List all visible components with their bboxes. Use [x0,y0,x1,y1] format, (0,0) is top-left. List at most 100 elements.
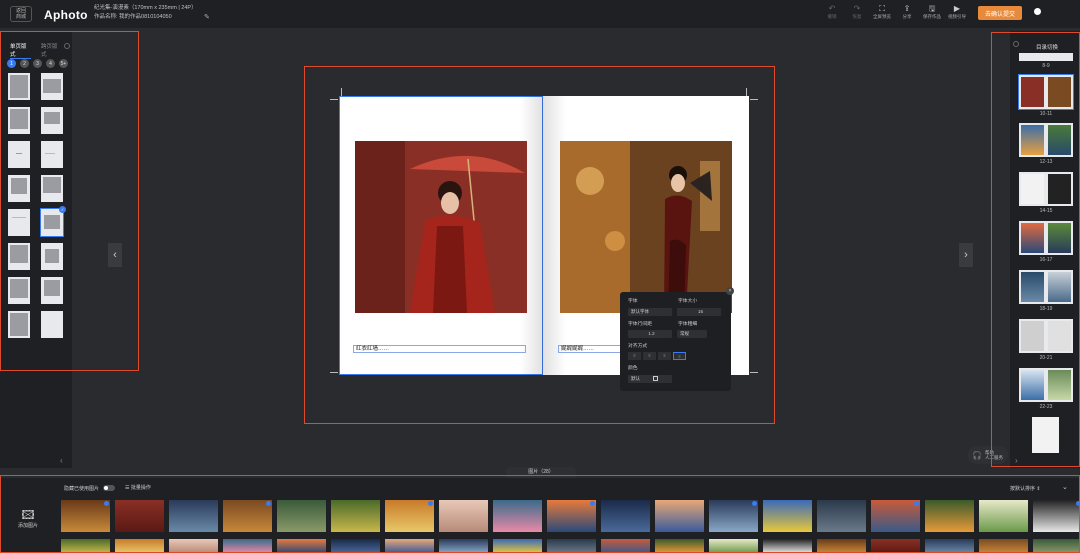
photo-thumbnail[interactable] [223,539,272,553]
info-icon[interactable] [1013,41,1019,47]
next-spread-button[interactable]: › [959,243,973,267]
spread-thumb-14-15[interactable] [1019,172,1073,206]
chevron-down-icon[interactable]: ⌄ [1062,483,1068,491]
user-avatar[interactable] [1034,8,1041,15]
spread-thumb-16-17[interactable] [1019,221,1073,255]
photo-thumbnail[interactable] [601,539,650,553]
color-picker[interactable]: 默认 [628,375,672,383]
photo-thumbnail[interactable] [385,539,434,553]
photo-thumbnail[interactable] [115,500,164,532]
layout-template[interactable] [8,175,30,202]
fullscreen-preview-button[interactable]: ⛶ 全屏预览 [870,4,894,20]
photo-thumbnail[interactable] [1033,500,1080,532]
redo-button[interactable]: ↷ 恢复 [845,4,869,20]
photo-thumbnail[interactable] [763,539,812,553]
align-right-button[interactable]: ≡ [658,352,671,360]
photo-count-5plus[interactable]: 5+ [59,59,68,68]
photo-thumbnail[interactable] [709,539,758,553]
photo-thumbnail[interactable] [979,500,1028,532]
photo-thumbnail[interactable] [223,500,272,532]
layout-template[interactable] [8,277,30,304]
photo-thumbnail[interactable] [115,539,164,553]
photo-count-1[interactable]: 1 [7,59,16,68]
layout-template[interactable] [41,243,63,270]
photo-thumbnail[interactable] [979,539,1028,553]
photo-thumbnail[interactable] [331,500,380,532]
layout-template[interactable] [8,243,30,270]
collapse-left-icon[interactable]: ‹ [60,456,63,465]
photo-thumbnail[interactable] [385,500,434,532]
photo-thumbnail[interactable] [439,539,488,553]
photo-count-2[interactable]: 2 [20,59,29,68]
layout-template[interactable] [41,311,63,338]
edit-name-icon[interactable]: ✎ [204,13,210,21]
layout-template-selected[interactable]: ✓ [40,206,66,237]
layout-template[interactable] [41,107,63,134]
photo-thumbnail[interactable] [169,539,218,553]
align-center-button[interactable]: ≡ [643,352,656,360]
photo-thumbnail[interactable] [871,500,920,532]
line-spacing-stepper[interactable]: 1.2 [628,330,672,338]
sort-select[interactable]: 按默认排序 ⇕ [1010,485,1041,492]
layout-template[interactable] [41,141,63,168]
photo-count-3[interactable]: 3 [33,59,42,68]
collapse-right-icon[interactable]: › [1015,456,1018,465]
layout-template[interactable] [41,277,63,304]
photo-thumbnail[interactable] [655,500,704,532]
photo-thumbnail[interactable] [439,500,488,532]
spread-thumb-22-23[interactable] [1019,368,1073,402]
layout-template[interactable] [8,141,30,168]
prev-spread-button[interactable]: ‹ [108,243,122,267]
undo-button[interactable]: ↶ 撤销 [820,4,844,20]
photo-thumbnail[interactable] [169,500,218,532]
photo-thumbnail[interactable] [331,539,380,553]
back-to-mall-button[interactable]: 返回 商城 [10,6,32,22]
photo-thumbnail[interactable] [763,500,812,532]
video-guide-button[interactable]: ▶ 视频引导 [945,4,969,20]
photo-slot-left[interactable] [355,141,527,313]
font-size-stepper[interactable]: 16 [677,308,721,316]
photo-thumbnail[interactable] [61,539,110,553]
photo-thumbnail[interactable] [1033,539,1080,553]
share-button[interactable]: ⇪ 分享 [895,4,919,20]
spread-thumb-20-21[interactable] [1019,319,1073,353]
layout-template[interactable] [41,73,63,100]
font-weight-select[interactable]: 常规 [677,330,707,338]
photo-thumbnail[interactable] [547,539,596,553]
photo-thumbnail[interactable] [655,539,704,553]
layout-template[interactable] [8,73,30,100]
photo-slot-right[interactable] [560,141,732,313]
batch-operations-button[interactable]: ☰ 批量操作 [125,484,151,491]
save-button[interactable]: 🖫 保存作品 [920,4,944,20]
photo-thumbnail[interactable] [277,539,326,553]
spread-thumb-back-cover[interactable] [1032,417,1059,453]
photo-thumbnail[interactable] [871,539,920,553]
photos-tab[interactable]: 图片（28） [506,467,576,478]
spread-thumb-12-13[interactable] [1019,123,1073,157]
photo-thumbnail[interactable] [601,500,650,532]
photo-thumbnail[interactable] [925,500,974,532]
align-justify-button[interactable]: ≡ [673,352,686,360]
spread-thumb-18-19[interactable] [1019,270,1073,304]
layout-template[interactable] [8,311,30,338]
photo-thumbnail[interactable] [493,500,542,532]
font-select[interactable]: 默认字体 [628,308,672,316]
photo-thumbnail[interactable] [817,539,866,553]
photo-thumbnail[interactable] [547,500,596,532]
photo-count-4[interactable]: 4 [46,59,55,68]
photo-thumbnail[interactable] [277,500,326,532]
layout-template[interactable] [8,107,30,134]
photo-thumbnail[interactable] [817,500,866,532]
close-icon[interactable]: × [726,287,734,295]
layout-template[interactable] [41,175,63,202]
layout-template[interactable] [8,209,30,236]
align-left-button[interactable]: ≡ [628,352,641,360]
photo-thumbnail[interactable] [709,500,758,532]
spread-thumb-10-11[interactable] [1018,74,1074,110]
tab-single-page-layout[interactable]: 单页版式 [10,42,31,59]
photo-thumbnail[interactable] [925,539,974,553]
hide-used-toggle[interactable] [103,485,115,491]
add-photo-button[interactable]: 🖾 添加图片 [10,508,46,538]
help-button[interactable]: 🎧 帮助 人工服务 [968,446,1008,464]
spread-thumb-8-9[interactable] [1019,53,1073,61]
